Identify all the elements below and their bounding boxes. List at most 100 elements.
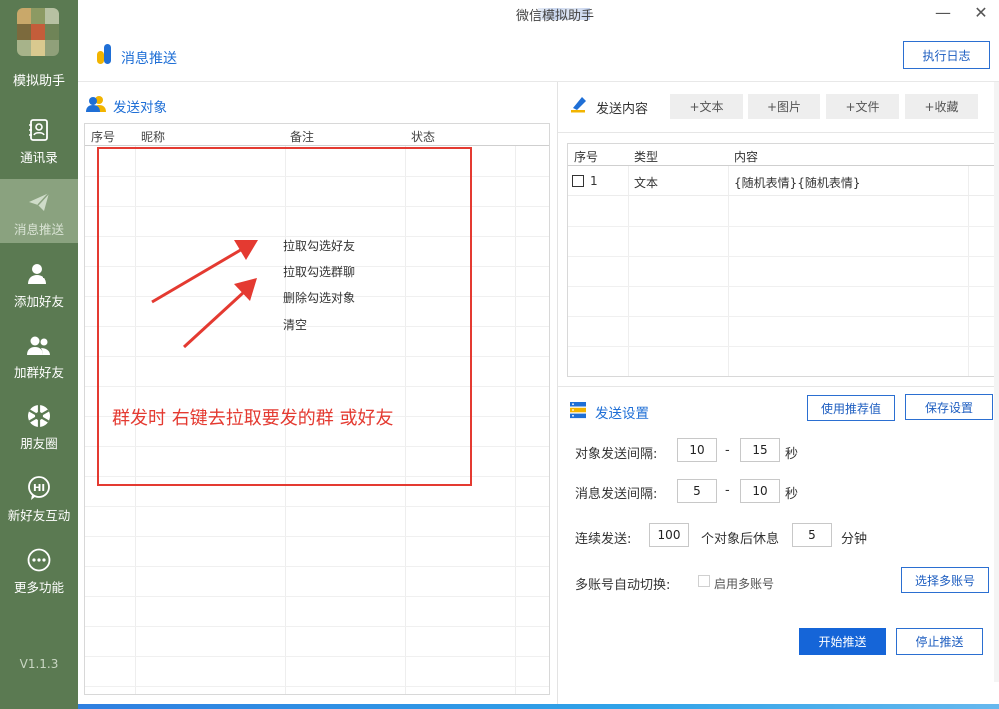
grid-line (85, 536, 549, 537)
grid-line (568, 226, 996, 227)
grid-line (568, 286, 996, 287)
target-interval-max-input[interactable] (740, 438, 780, 462)
message-interval-label: 消息发送间隔: (575, 487, 658, 502)
close-icon: ✕ (974, 3, 988, 22)
app-name: 模拟助手 (12, 74, 65, 89)
add-file-button[interactable]: +文件 (826, 94, 899, 119)
divider (558, 386, 994, 387)
column-header-content: 内容 (734, 150, 759, 164)
seconds-unit: 秒 (785, 447, 799, 462)
sidebar-item-contacts[interactable]: 通讯录 (0, 107, 78, 171)
save-settings-button[interactable]: 保存设置 (905, 394, 993, 420)
grid-line (515, 146, 516, 694)
grid-line (568, 346, 996, 347)
row-checkbox[interactable] (572, 175, 584, 187)
grid-line (85, 686, 549, 687)
table-row[interactable]: 1 文本 {随机表情}{随机表情} (568, 166, 996, 196)
contacts-icon (29, 119, 48, 141)
panel-divider (557, 82, 558, 709)
enable-multi-account-checkbox[interactable] (698, 575, 710, 587)
settings-server-icon (570, 402, 586, 419)
sidebar-item-message-push[interactable]: 消息推送 (0, 179, 78, 243)
column-header-nickname: 昵称 (141, 130, 166, 144)
send-targets-icon (86, 96, 106, 112)
scrollbar[interactable] (994, 82, 999, 682)
add-image-button[interactable]: +图片 (748, 94, 820, 119)
table-header: 序号 昵称 备注 状态 (85, 124, 549, 146)
sidebar-item-join-group[interactable]: 加群好友 (0, 322, 78, 386)
close-button[interactable]: ✕ (968, 2, 994, 24)
row-index: 1 (590, 174, 598, 188)
send-settings-title: 发送设置 (595, 406, 649, 422)
add-favorite-button[interactable]: +收藏 (905, 94, 978, 119)
range-dash: - (725, 483, 730, 498)
choose-accounts-button[interactable]: 选择多账号 (901, 567, 989, 593)
sidebar-item-label: 更多功能 (13, 580, 64, 595)
target-interval-min-input[interactable] (677, 438, 717, 462)
sidebar-item-label: 消息推送 (13, 222, 64, 237)
start-push-button[interactable]: 开始推送 (799, 628, 886, 655)
column-header-status: 状态 (411, 130, 436, 144)
multi-account-label: 多账号自动切换: (575, 578, 671, 593)
continuous-send-label: 连续发送: (575, 532, 632, 547)
grid-line (85, 566, 549, 567)
progress-bar (78, 704, 999, 709)
add-friend-icon (28, 264, 49, 284)
grid-line (85, 506, 549, 507)
use-recommended-button[interactable]: 使用推荐值 (807, 395, 895, 421)
sidebar-item-more-functions[interactable]: 更多功能 (0, 537, 78, 601)
message-interval-min-input[interactable] (677, 479, 717, 503)
sidebar-item-label: 通讯录 (20, 150, 58, 165)
moments-icon (28, 405, 50, 427)
sidebar-item-label: 朋友圈 (20, 436, 58, 451)
grid-line (568, 316, 996, 317)
more-icon (27, 548, 51, 572)
send-content-title: 发送内容 (596, 102, 649, 117)
column-header-index: 序号 (91, 130, 116, 144)
range-dash: - (725, 443, 730, 458)
svg-text:HI: HI (33, 483, 45, 494)
divider (558, 132, 994, 133)
send-targets-title: 发送对象 (113, 100, 167, 116)
title-bar: 微信模拟助手 — ✕ (78, 0, 999, 28)
continuous-mid-label: 个对象后休息 (701, 532, 780, 547)
hi-icon: HI (28, 476, 50, 500)
group-icon (27, 336, 50, 355)
minutes-unit: 分钟 (841, 532, 868, 547)
column-header-remark: 备注 (290, 130, 315, 144)
minimize-button[interactable]: — (930, 2, 956, 24)
send-content-table[interactable]: 序号 类型 内容 1 文本 {随机表情}{随机表情} (567, 143, 997, 377)
sidebar-item-add-friend[interactable]: 添加好友 (0, 251, 78, 315)
target-interval-label: 对象发送间隔: (575, 447, 658, 462)
grid-line (85, 626, 549, 627)
grid-line (85, 596, 549, 597)
edit-content-icon (571, 97, 586, 113)
stop-push-button[interactable]: 停止推送 (896, 628, 983, 655)
message-interval-max-input[interactable] (740, 479, 780, 503)
sidebar-item-label: 添加好友 (13, 294, 64, 309)
annotation-arrows (151, 240, 258, 349)
send-icon (29, 192, 50, 211)
continuous-count-input[interactable] (649, 523, 689, 547)
message-push-logo-icon (97, 44, 111, 64)
column-header-index: 序号 (574, 150, 599, 164)
grid-line (568, 256, 996, 257)
enable-multi-account-label: 启用多账号 (714, 577, 775, 591)
sidebar-item-new-friend-interaction[interactable]: HI 新好友互动 (0, 465, 78, 529)
page-title: 消息推送 (121, 51, 177, 67)
app-logo (17, 8, 59, 56)
sidebar-item-moments[interactable]: 朋友圈 (0, 393, 78, 457)
add-text-button[interactable]: +文本 (670, 94, 743, 119)
seconds-unit: 秒 (785, 487, 799, 502)
row-content: {随机表情}{随机表情} (734, 176, 861, 190)
row-type: 文本 (634, 176, 659, 190)
annotation-text: 群发时 右键去拉取要发的群 或好友 (112, 408, 394, 429)
sidebar: 模拟助手 通讯录 消息推送 添加好友 加群好友 朋友圈 HI 新好友互动 更多功… (0, 0, 78, 709)
grid-line (85, 656, 549, 657)
sidebar-item-label: 加群好友 (13, 365, 64, 380)
rest-minutes-input[interactable] (792, 523, 832, 547)
execution-log-button[interactable]: 执行日志 (903, 41, 990, 69)
page-header: 消息推送 执行日志 (78, 28, 999, 82)
column-header-type: 类型 (634, 150, 659, 164)
window-title: 微信模拟助手 (516, 9, 595, 24)
